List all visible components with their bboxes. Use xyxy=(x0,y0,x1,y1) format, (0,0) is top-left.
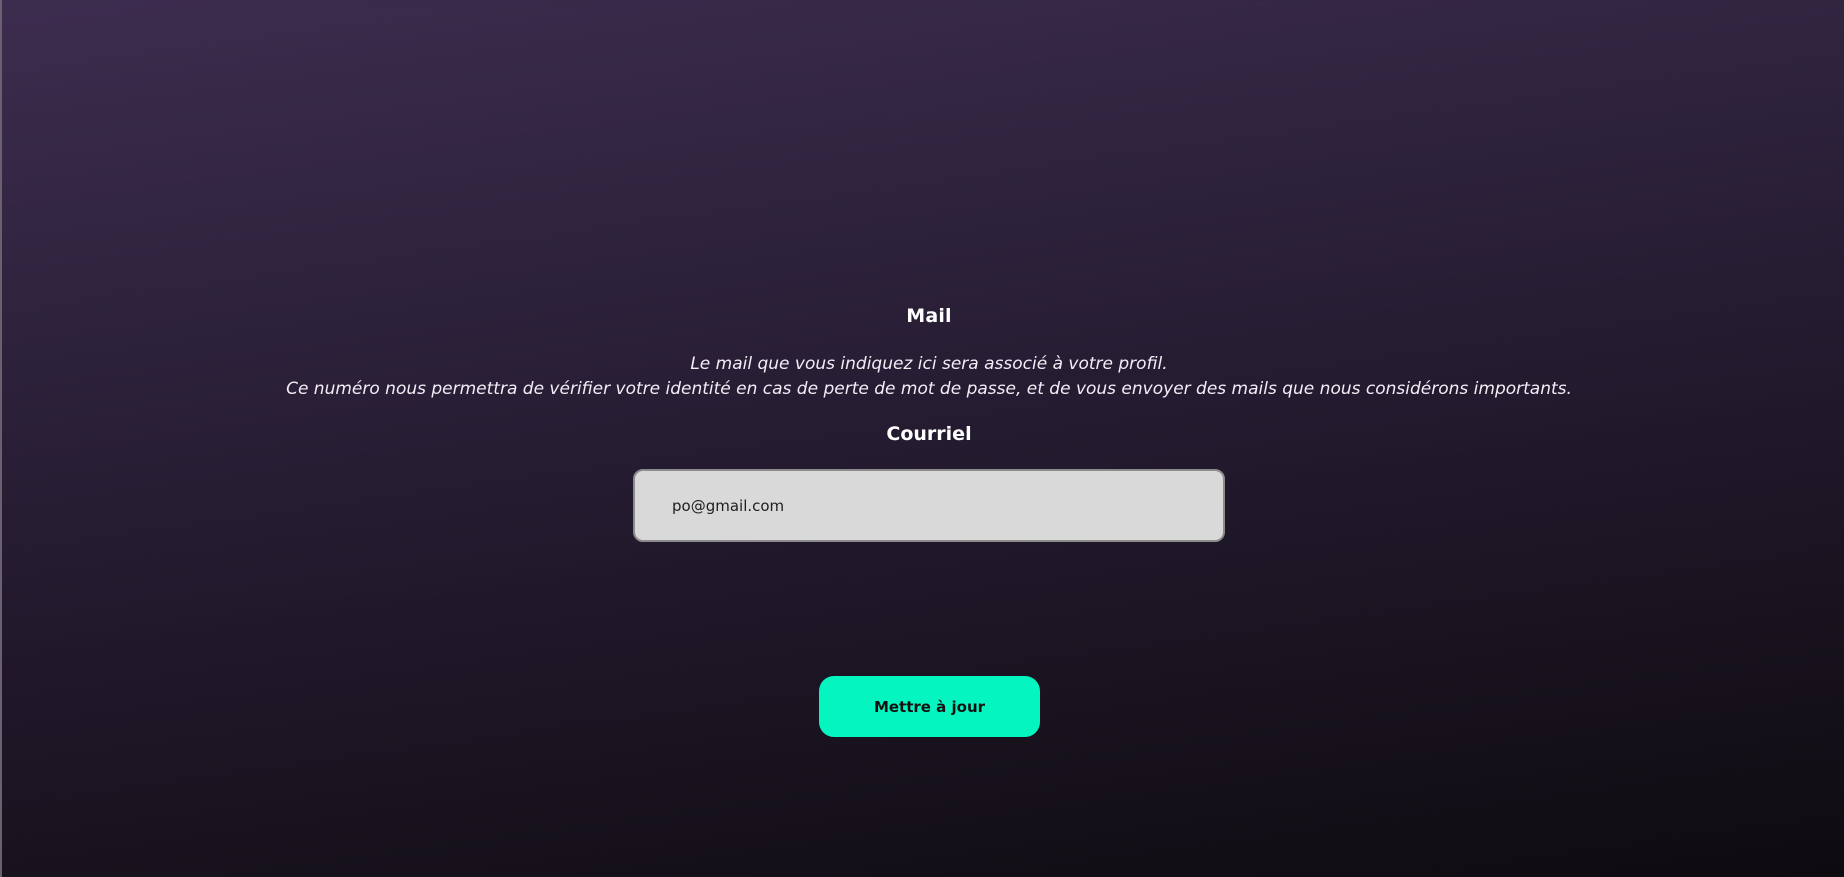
section-title: Mail xyxy=(906,305,952,327)
update-button[interactable]: Mettre à jour xyxy=(819,676,1040,737)
description-line-2: Ce numéro nous permettra de vérifier vot… xyxy=(286,379,1572,399)
email-label: Courriel xyxy=(886,423,972,445)
email-field[interactable] xyxy=(633,469,1225,542)
settings-page: Mail Le mail que vous indiquez ici sera … xyxy=(0,0,1844,877)
description-line-1: Le mail que vous indiquez ici sera assoc… xyxy=(690,354,1168,374)
section-description: Le mail que vous indiquez ici sera assoc… xyxy=(0,352,1844,402)
